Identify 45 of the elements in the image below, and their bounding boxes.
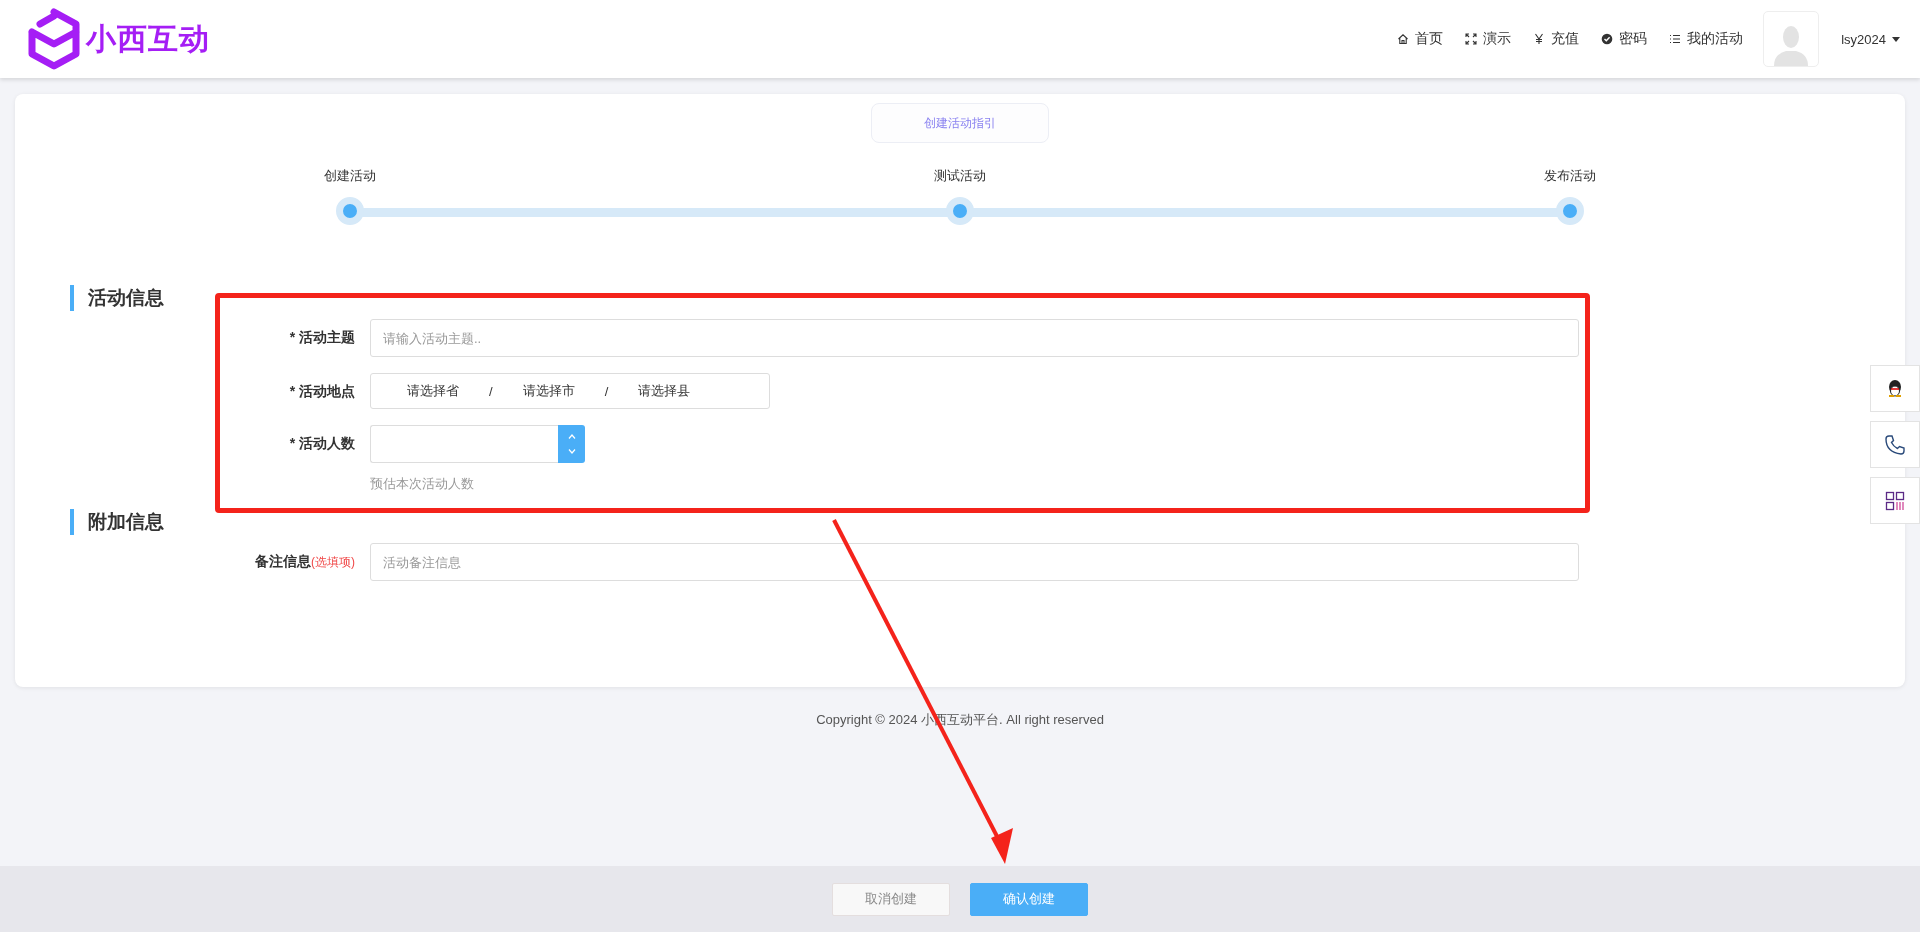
phone-button[interactable] (1870, 421, 1920, 468)
text-input[interactable]: 活动备注信息 (370, 543, 1579, 581)
nav-link[interactable]: 密码 (1601, 30, 1648, 48)
section-title: 活动信息 (70, 285, 1905, 311)
grid-button[interactable] (1870, 477, 1920, 524)
penguin-button[interactable] (1870, 365, 1920, 412)
separator: / (489, 383, 493, 399)
text-input[interactable]: 请输入活动主题.. (370, 319, 1579, 357)
step-label: 创建活动 (324, 167, 376, 185)
logo-text[interactable]: 小西互动 (86, 18, 210, 60)
penguin-icon (1886, 378, 1904, 399)
list-icon (1669, 33, 1682, 45)
step-dot (336, 197, 364, 225)
step-label: 测试活动 (934, 167, 986, 185)
chevron-up-icon[interactable] (567, 434, 576, 440)
cube-logo-icon (28, 8, 80, 70)
home-icon (1397, 33, 1410, 45)
chevron-down-icon[interactable] (567, 448, 576, 454)
region-option[interactable]: 请选择市 (522, 382, 575, 400)
region-option[interactable]: 请选择县 (638, 382, 691, 400)
action-button[interactable]: 取消创建 (832, 882, 950, 916)
field-label: 备注信息(选填项) (254, 552, 356, 571)
check-badge-icon (1601, 33, 1614, 45)
field-label: * 活动主题 (288, 328, 356, 347)
expand-icon (1465, 33, 1478, 45)
avatar-silhouette[interactable] (1763, 11, 1820, 67)
step-dot (1556, 197, 1584, 225)
nav-link[interactable]: 我的活动 (1669, 30, 1744, 48)
phone-icon (1884, 433, 1906, 456)
separator: / (604, 383, 609, 399)
grid-icon (1885, 490, 1905, 511)
field-label: * 活动地点 (288, 382, 356, 401)
region-select[interactable]: 请选择省 / 请选择市 / 请选择县 (370, 373, 770, 409)
field-label: * 活动人数 (288, 434, 356, 453)
nav-link[interactable]: 首页 (1397, 30, 1444, 48)
region-option[interactable]: 请选择省 (407, 382, 459, 400)
number-input[interactable] (370, 425, 558, 463)
nav-link[interactable]: 演示 (1465, 30, 1512, 48)
field-hint: 预估本次活动人数 (370, 475, 475, 493)
user-menu[interactable]: lsy2024 (1841, 31, 1900, 47)
nav-link[interactable]: 充值 (1533, 30, 1580, 48)
spinner-button[interactable] (558, 425, 585, 463)
caret-icon (1892, 36, 1900, 42)
step-label: 发布活动 (1544, 167, 1596, 185)
yen-icon (1533, 33, 1546, 45)
